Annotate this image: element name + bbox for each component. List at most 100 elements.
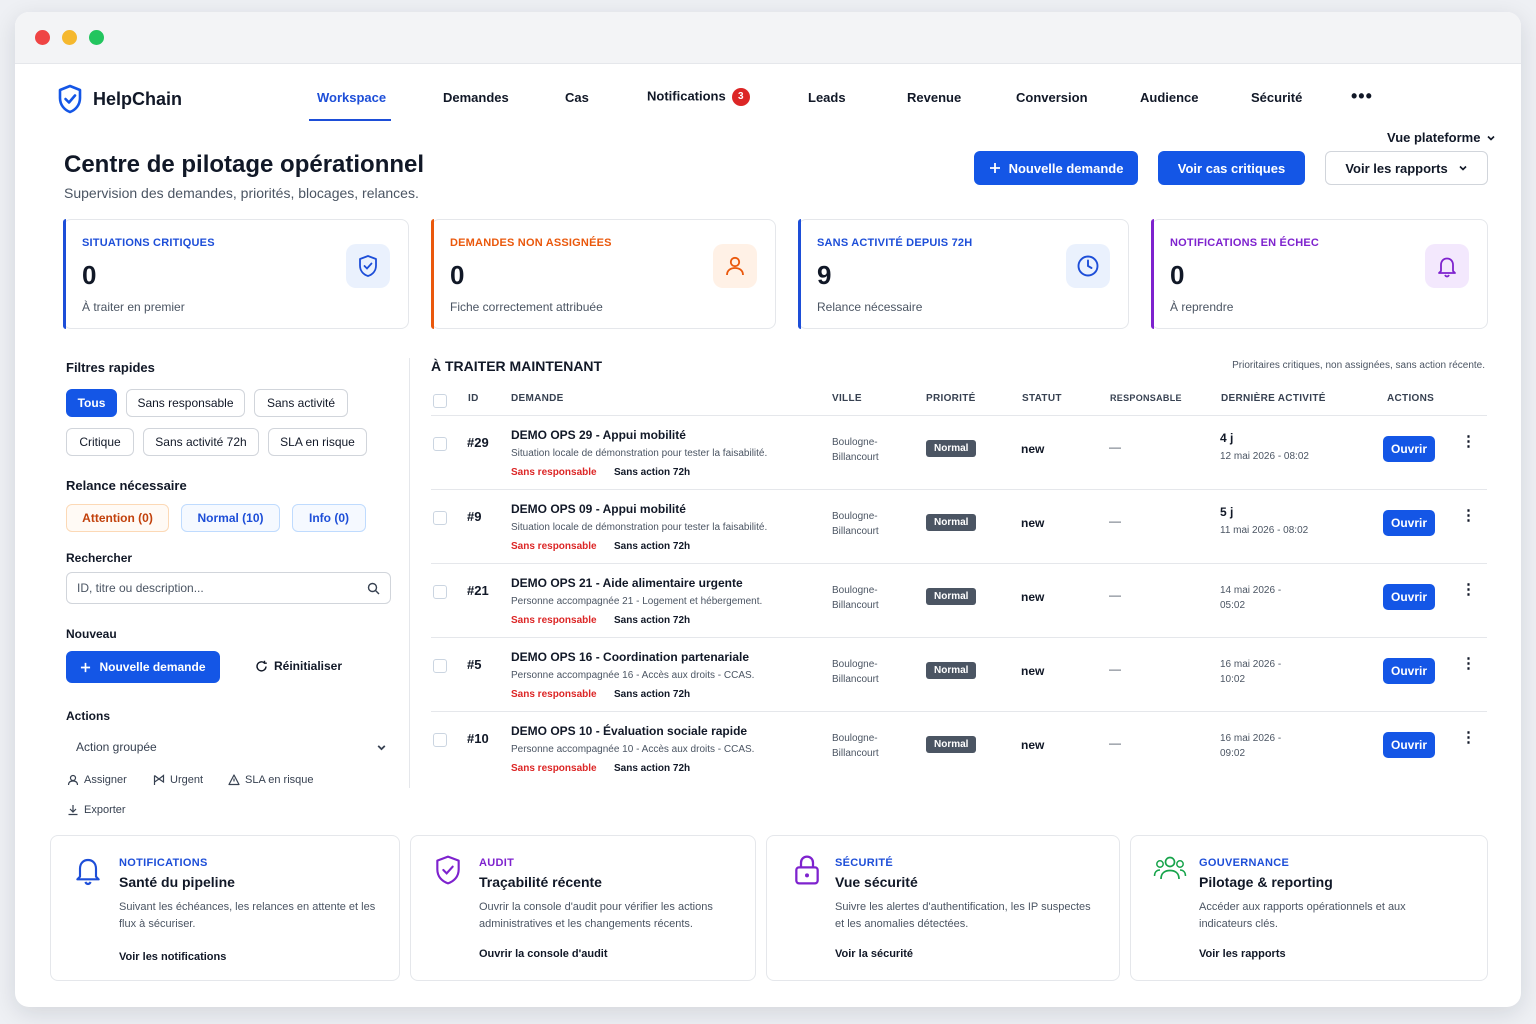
row-more-icon[interactable]: ⋮ [1461, 656, 1476, 671]
row-activity-date-line1: 16 mai 2026 - [1220, 733, 1282, 744]
card-audit: AUDIT Traçabilité récente Ouvrir la cons… [410, 835, 756, 981]
card-description: Suivant les échéances, les relances en a… [119, 901, 376, 930]
maximize-window-button[interactable] [89, 30, 104, 45]
kpi-failed-notifications[interactable]: NOTIFICATIONS EN ÉCHEC 0 À reprendre [1151, 219, 1488, 329]
sla-risk-action[interactable]: SLA en risque [228, 774, 314, 786]
row-description: Personne accompagnée 10 - Accès aux droi… [511, 744, 755, 755]
search-input[interactable] [77, 581, 357, 595]
column-header-demande[interactable]: DEMANDE [511, 393, 564, 404]
reports-dropdown-button[interactable]: Voir les rapports [1325, 151, 1488, 185]
column-header-statut[interactable]: STATUT [1022, 393, 1062, 404]
filter-chip-no-activity-72h[interactable]: Sans activité 72h [143, 428, 259, 456]
critical-cases-button[interactable]: Voir cas critiques [1158, 151, 1305, 185]
nav-revenue[interactable]: Revenue [907, 90, 961, 105]
kpi-label: SANS ACTIVITÉ DEPUIS 72H [817, 237, 973, 249]
nav-leads[interactable]: Leads [808, 90, 846, 105]
row-activity-date: 14 mai 2026 - 05:02 [1220, 583, 1281, 613]
row-open-button[interactable]: Ouvrir [1383, 436, 1435, 462]
row-open-button[interactable]: Ouvrir [1383, 658, 1435, 684]
relance-chip-attention[interactable]: Attention (0) [66, 504, 169, 532]
row-city-line2: Billancourt [832, 526, 879, 537]
filter-chip-all[interactable]: Tous [66, 389, 117, 417]
relance-chip-info[interactable]: Info (0) [292, 504, 366, 532]
chevron-down-icon [1459, 165, 1467, 171]
row-title[interactable]: DEMO OPS 16 - Coordination partenariale [511, 650, 749, 664]
row-checkbox[interactable] [433, 585, 447, 599]
row-activity-date-line2: 10:02 [1220, 674, 1246, 685]
kpi-critical-situations[interactable]: SITUATIONS CRITIQUES 0 À traiter en prem… [63, 219, 409, 329]
nav-audience[interactable]: Audience [1140, 90, 1199, 105]
row-tag-no-owner: Sans responsable [511, 763, 597, 774]
filter-chip-sla-risk[interactable]: SLA en risque [268, 428, 367, 456]
row-city-line2: Billancourt [832, 748, 879, 759]
export-action[interactable]: Exporter [67, 804, 126, 816]
plus-icon [81, 662, 91, 672]
row-checkbox[interactable] [433, 511, 447, 525]
platform-view-dropdown[interactable]: Vue plateforme [1387, 130, 1496, 145]
relance-chip-normal[interactable]: Normal (10) [181, 504, 280, 532]
card-link[interactable]: Voir la sécurité [835, 948, 913, 960]
row-activity-date: 16 mai 2026 - 10:02 [1220, 657, 1281, 687]
nav-conversion[interactable]: Conversion [1016, 90, 1088, 105]
nav-cas[interactable]: Cas [565, 90, 589, 105]
table-row[interactable]: #9 DEMO OPS 09 - Appui mobilité Situatio… [431, 490, 1487, 564]
nav-demandes[interactable]: Demandes [443, 90, 509, 105]
table-row[interactable]: #5 DEMO OPS 16 - Coordination partenaria… [431, 638, 1487, 712]
sidebar-new-request-button[interactable]: Nouvelle demande [66, 651, 220, 683]
reset-filters-button[interactable]: Réinitialiser [255, 659, 342, 673]
column-header-ville[interactable]: VILLE [832, 393, 862, 404]
column-header-derniere-activite[interactable]: DERNIÈRE ACTIVITÉ [1221, 393, 1326, 404]
row-title[interactable]: DEMO OPS 29 - Appui mobilité [511, 428, 686, 442]
filter-chip-no-activity[interactable]: Sans activité [254, 389, 348, 417]
nav-workspace[interactable]: Workspace [317, 90, 386, 105]
assign-action[interactable]: Assigner [67, 774, 127, 786]
row-open-button[interactable]: Ouvrir [1383, 732, 1435, 758]
urgent-action[interactable]: Urgent [153, 774, 203, 786]
row-activity-date: 11 mai 2026 - 08:02 [1220, 525, 1309, 536]
row-title[interactable]: DEMO OPS 09 - Appui mobilité [511, 502, 686, 516]
search-icon[interactable] [367, 582, 380, 595]
column-header-id[interactable]: ID [468, 393, 479, 404]
table-row[interactable]: #29 DEMO OPS 29 - Appui mobilité Situati… [431, 416, 1487, 490]
notifications-count-badge: 3 [731, 88, 750, 106]
filter-chip-critical[interactable]: Critique [66, 428, 134, 456]
column-header-priorite[interactable]: PRIORITÉ [926, 393, 976, 404]
row-title[interactable]: DEMO OPS 10 - Évaluation sociale rapide [511, 724, 747, 738]
more-menu-icon[interactable]: ••• [1351, 86, 1373, 107]
kpi-inactive-72h[interactable]: SANS ACTIVITÉ DEPUIS 72H 9 Relance néces… [798, 219, 1129, 329]
alert-icon [228, 774, 240, 786]
card-link[interactable]: Ouvrir la console d'audit [479, 948, 608, 960]
minimize-window-button[interactable] [62, 30, 77, 45]
row-city: Boulogne- Billancourt [832, 657, 902, 687]
kpi-unassigned-requests[interactable]: DEMANDES NON ASSIGNÉES 0 Fiche correctem… [431, 219, 776, 329]
filter-chip-no-owner[interactable]: Sans responsable [126, 389, 245, 417]
close-window-button[interactable] [35, 30, 50, 45]
row-open-button[interactable]: Ouvrir [1383, 584, 1435, 610]
row-title[interactable]: DEMO OPS 21 - Aide alimentaire urgente [511, 576, 743, 590]
card-link[interactable]: Voir les notifications [119, 951, 226, 963]
row-priority-badge: Normal [926, 588, 977, 605]
new-request-button[interactable]: Nouvelle demande [974, 151, 1138, 185]
group-action-select[interactable]: Action groupée [66, 732, 391, 762]
row-more-icon[interactable]: ⋮ [1461, 730, 1476, 745]
row-more-icon[interactable]: ⋮ [1461, 434, 1476, 449]
nav-securite[interactable]: Sécurité [1251, 90, 1302, 105]
row-more-icon[interactable]: ⋮ [1461, 582, 1476, 597]
column-header-responsable[interactable]: RESPONSABLE [1110, 393, 1182, 403]
row-checkbox[interactable] [433, 659, 447, 673]
card-label: AUDIT [479, 857, 515, 869]
row-activity-date-line1: 14 mai 2026 - [1220, 585, 1282, 596]
table-row[interactable]: #21 DEMO OPS 21 - Aide alimentaire urgen… [431, 564, 1487, 638]
row-checkbox[interactable] [433, 437, 447, 451]
row-more-icon[interactable]: ⋮ [1461, 508, 1476, 523]
row-open-button[interactable]: Ouvrir [1383, 510, 1435, 536]
card-link[interactable]: Voir les rapports [1199, 948, 1286, 960]
nav-notifications[interactable]: Notifications 3 [647, 88, 750, 106]
active-tab-indicator [309, 119, 391, 121]
kpi-accent-bar [431, 219, 434, 329]
select-all-checkbox[interactable] [433, 394, 447, 408]
brand[interactable]: HelpChain [57, 84, 182, 114]
row-owner: — [1109, 440, 1121, 454]
row-checkbox[interactable] [433, 733, 447, 747]
table-row[interactable]: #10 DEMO OPS 10 - Évaluation sociale rap… [431, 712, 1487, 786]
